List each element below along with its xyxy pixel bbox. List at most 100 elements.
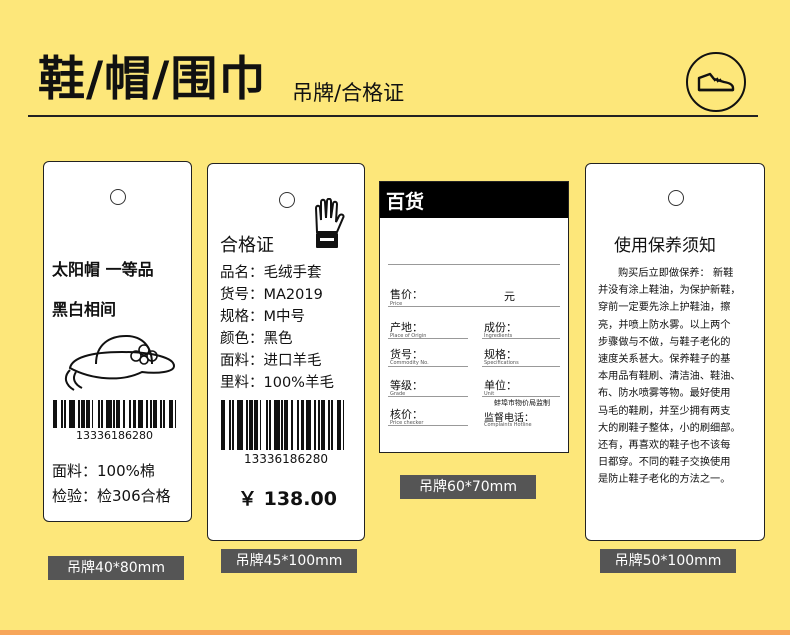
glove-tag: 合格证 品名：毛绒手套 货号：MA2019 规格：M中号 颜色：黑色 面料：进口…: [207, 163, 365, 541]
glove-row-color: 颜色：黑色: [220, 331, 293, 347]
hat-barcode: [53, 400, 183, 428]
barcode-bar: [229, 400, 231, 450]
barcode-bar: [317, 400, 320, 450]
price-unit: 元: [504, 290, 515, 303]
barcode-bar: [269, 400, 271, 450]
glove-price: ￥ 138.00: [238, 488, 337, 510]
barcode-bar: [331, 400, 333, 450]
divider: [388, 396, 468, 397]
barcode-bar: [327, 400, 330, 450]
glove-row-lining: 里料：100%羊毛: [220, 375, 334, 391]
care-tag-title: 使用保养须知: [614, 236, 716, 256]
barcode-bar: [97, 400, 100, 428]
divider: [388, 425, 468, 426]
care-tag-size-label: 吊牌50*100mm: [600, 549, 736, 573]
barcode-bar: [91, 400, 94, 428]
barcode-bar: [291, 400, 293, 450]
barcode-bar: [265, 400, 268, 450]
barcode-bar: [113, 400, 115, 428]
care-tag: 使用保养须知 购买后立即做保养： 新鞋 并没有涂上鞋油，为保护新鞋， 穿前一定要…: [585, 163, 765, 541]
tag-hole: [668, 190, 684, 206]
bureau-text: 蚌埠市物价局监制: [494, 399, 550, 407]
glove-barcode-number: 13336186280: [244, 452, 328, 466]
barcode-bar: [321, 400, 325, 450]
barcode-bar: [314, 400, 317, 450]
barcode-bar: [123, 400, 125, 428]
glove-tag-size-label: 吊牌45*100mm: [221, 549, 357, 573]
bottom-strip: [0, 630, 790, 635]
glove-row-name: 品名：毛绒手套: [220, 265, 322, 281]
shoe-icon: [686, 52, 746, 112]
department-tag-size-label: 吊牌60*70mm: [400, 475, 536, 499]
care-line: 布、防水喷雾等物。最好使用: [598, 388, 731, 400]
barcode-bar: [129, 400, 132, 428]
barcode-bar: [337, 400, 342, 450]
header-divider: [28, 115, 758, 117]
hat-inspection: 检验：检306合格: [52, 487, 171, 505]
tag-hole: [110, 189, 126, 205]
page-title: 鞋/帽/围巾: [38, 52, 267, 107]
barcode-bar: [116, 400, 121, 428]
price-label: 售价：: [390, 288, 423, 301]
barcode-bar: [105, 400, 112, 428]
barcode-bar: [249, 400, 253, 450]
barcode-bar: [149, 400, 152, 428]
glove-row-size: 规格：M中号: [220, 309, 306, 325]
barcode-bar: [259, 400, 262, 450]
hat-color-line: 黑白相间: [52, 300, 117, 319]
divider: [388, 306, 560, 307]
glove-icon: [311, 197, 347, 254]
divider: [482, 338, 560, 339]
barcode-bar: [300, 400, 305, 450]
barcode-bar: [245, 400, 248, 450]
glove-barcode: [221, 400, 351, 450]
divider: [388, 338, 468, 339]
barcode-bar: [305, 400, 312, 450]
barcode-bar: [297, 400, 300, 450]
glove-row-item-no: 货号：MA2019: [220, 287, 323, 303]
barcode-bar: [153, 400, 157, 428]
hat-product-line: 太阳帽 一等品: [52, 260, 154, 279]
barcode-bar: [169, 400, 174, 428]
tag-hole: [279, 192, 295, 208]
hat-tag-size-label: 吊牌40*80mm: [48, 556, 184, 580]
care-instructions: 购买后立即做保养： 新鞋 并没有涂上鞋油，为保护新鞋， 穿前一定要先涂上护鞋油，…: [598, 265, 741, 489]
divider: [388, 366, 468, 367]
divider: [482, 366, 560, 367]
care-line: 本用品有鞋刷、清洁油、鞋油、: [598, 371, 741, 383]
care-line: 日都穿。不同的鞋子交换使用: [598, 457, 731, 469]
barcode-bar: [61, 400, 63, 428]
hotline-label-en: Complaints Hotline: [484, 422, 532, 428]
barcode-bar: [69, 400, 75, 428]
care-line: 亮，并喷上防水雾。以上两个: [598, 319, 731, 331]
barcode-bar: [174, 400, 177, 428]
department-header-text: 百货: [386, 191, 425, 213]
barcode-bar: [77, 400, 80, 428]
barcode-bar: [284, 400, 289, 450]
glove-tag-title: 合格证: [220, 235, 274, 256]
barcode-bar: [64, 400, 67, 428]
barcode-bar: [221, 400, 225, 450]
care-line: 穿前一定要先涂上护鞋油，擦: [598, 302, 731, 314]
divider: [482, 396, 560, 397]
care-line: 还有，再喜欢的鞋子也不该每: [598, 440, 731, 452]
barcode-bar: [159, 400, 162, 428]
care-line: 大的刷鞋子整体，小的刷细部。: [598, 422, 741, 434]
department-tag: 百货 售价： Price 元 产地： Place of Origin 成份： I…: [379, 181, 569, 453]
barcode-bar: [232, 400, 235, 450]
hat-tag: 太阳帽 一等品 黑白相间 13336186280 面料：100%棉 检验：检30…: [43, 161, 192, 522]
barcode-bar: [53, 400, 57, 428]
barcode-bar: [237, 400, 243, 450]
barcode-bar: [342, 400, 345, 450]
care-line: 速度关系甚大。保养鞋子的基: [598, 354, 731, 366]
barcode-bar: [101, 400, 103, 428]
care-line: 马毛的鞋刷，并至少拥有两支: [598, 405, 731, 417]
barcode-bar: [86, 400, 91, 428]
care-line: 是防止鞋子老化的方法之一。: [598, 474, 731, 486]
care-line: 并没有涂上鞋油，为保护新鞋，: [598, 285, 741, 297]
care-line: 购买后立即做保养： 新鞋: [618, 268, 734, 279]
barcode-bar: [254, 400, 259, 450]
barcode-bar: [81, 400, 85, 428]
divider: [388, 264, 560, 265]
barcode-bar: [146, 400, 149, 428]
